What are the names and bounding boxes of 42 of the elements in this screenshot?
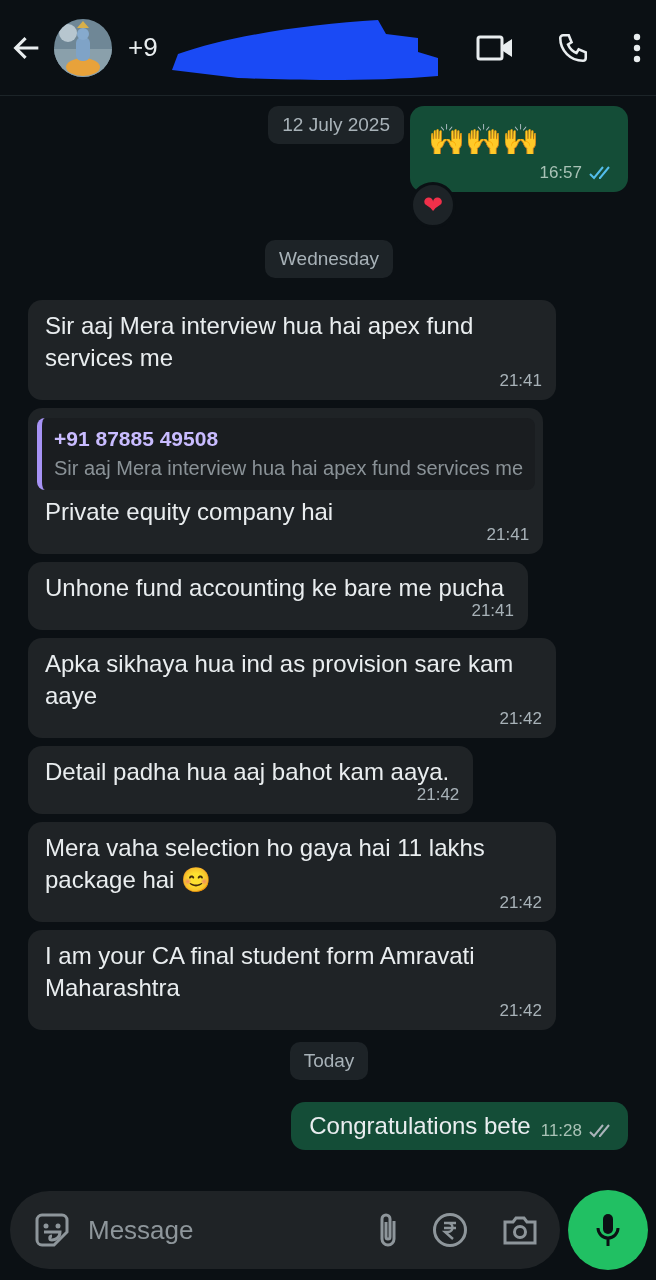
message-text: Private equity company hai: [45, 497, 335, 527]
message-time: 21:42: [499, 1000, 542, 1022]
message-text: Congratulations bete: [309, 1111, 531, 1141]
camera-icon[interactable]: [502, 1214, 538, 1246]
quoted-message[interactable]: +91 87885 49508 Sir aaj Mera interview hua hai apex fund services me: [37, 418, 536, 490]
message-bubble[interactable]: +91 87885 49508 Sir aaj Mera interview hua hai apex fund services me Private equity company hai 21:41: [28, 408, 544, 554]
message-time: 21:42: [416, 785, 460, 806]
message-text: I am your CA final student form Amravati Maharashtra: [45, 941, 476, 1003]
message-bubble[interactable]: Mera vaha selection ho gaya hai 11 lakhs package hai 😊 21:42: [28, 822, 556, 922]
message-text: Sir aaj Mera interview hua hai apex fund services me: [45, 311, 475, 373]
date-chip: 12 July 2025: [268, 106, 404, 144]
date-chip: Wednesday: [265, 240, 393, 278]
contact-name[interactable]: +9: [128, 32, 158, 62]
sticker-icon[interactable]: [34, 1212, 70, 1248]
message-time: 21:42: [499, 892, 542, 914]
message-time: 21:41: [486, 524, 530, 546]
message-time: 21:41: [499, 370, 542, 392]
message-bubble[interactable]: Congratulations bete 11:28: [291, 1102, 628, 1150]
microphone-icon: [595, 1212, 621, 1248]
message-text: 🙌🙌🙌: [428, 122, 540, 158]
message-text: Apka sikhaya hua ind as provision sare kam aaye: [45, 649, 515, 711]
message-bubble[interactable]: 🙌🙌🙌 16:57: [410, 106, 628, 192]
message-text: Unhone fund accounting ke bare me pucha: [45, 573, 505, 603]
message-time: 16:57: [539, 162, 582, 184]
quoted-text: Sir aaj Mera interview hua hai apex fund services me: [54, 456, 524, 481]
more-options-icon[interactable]: [632, 32, 642, 63]
message-input[interactable]: Message: [86, 1213, 360, 1247]
message-time: 11:28: [540, 1120, 582, 1142]
message-field[interactable]: Message: [10, 1191, 560, 1269]
quoted-sender: +91 87885 49508: [54, 426, 220, 452]
message-bubble[interactable]: Unhone fund accounting ke bare me pucha 21:41: [28, 562, 528, 630]
message-time: 21:42: [499, 708, 542, 730]
rupee-icon[interactable]: [432, 1212, 468, 1248]
message-text: Detail padha hua aaj bahot kam aaya.: [45, 757, 451, 787]
message-time: 21:41: [471, 601, 514, 622]
date-chip: Today: [289, 1042, 369, 1080]
reaction-badge[interactable]: ❤: [410, 182, 456, 228]
message-bubble[interactable]: Detail padha hua aaj bahot kam aaya. 21:42: [28, 746, 474, 814]
message-bubble[interactable]: I am your CA final student form Amravati Maharashtra 21:42: [28, 930, 556, 1030]
message-bubble[interactable]: Sir aaj Mera interview hua hai apex fund services me 21:41: [28, 300, 556, 400]
message-text: Mera vaha selection ho gaya hai 11 lakhs package hai 😊: [45, 833, 486, 895]
message-bubble[interactable]: Apka sikhaya hua ind as provision sare kam aaye 21:42: [28, 638, 556, 738]
